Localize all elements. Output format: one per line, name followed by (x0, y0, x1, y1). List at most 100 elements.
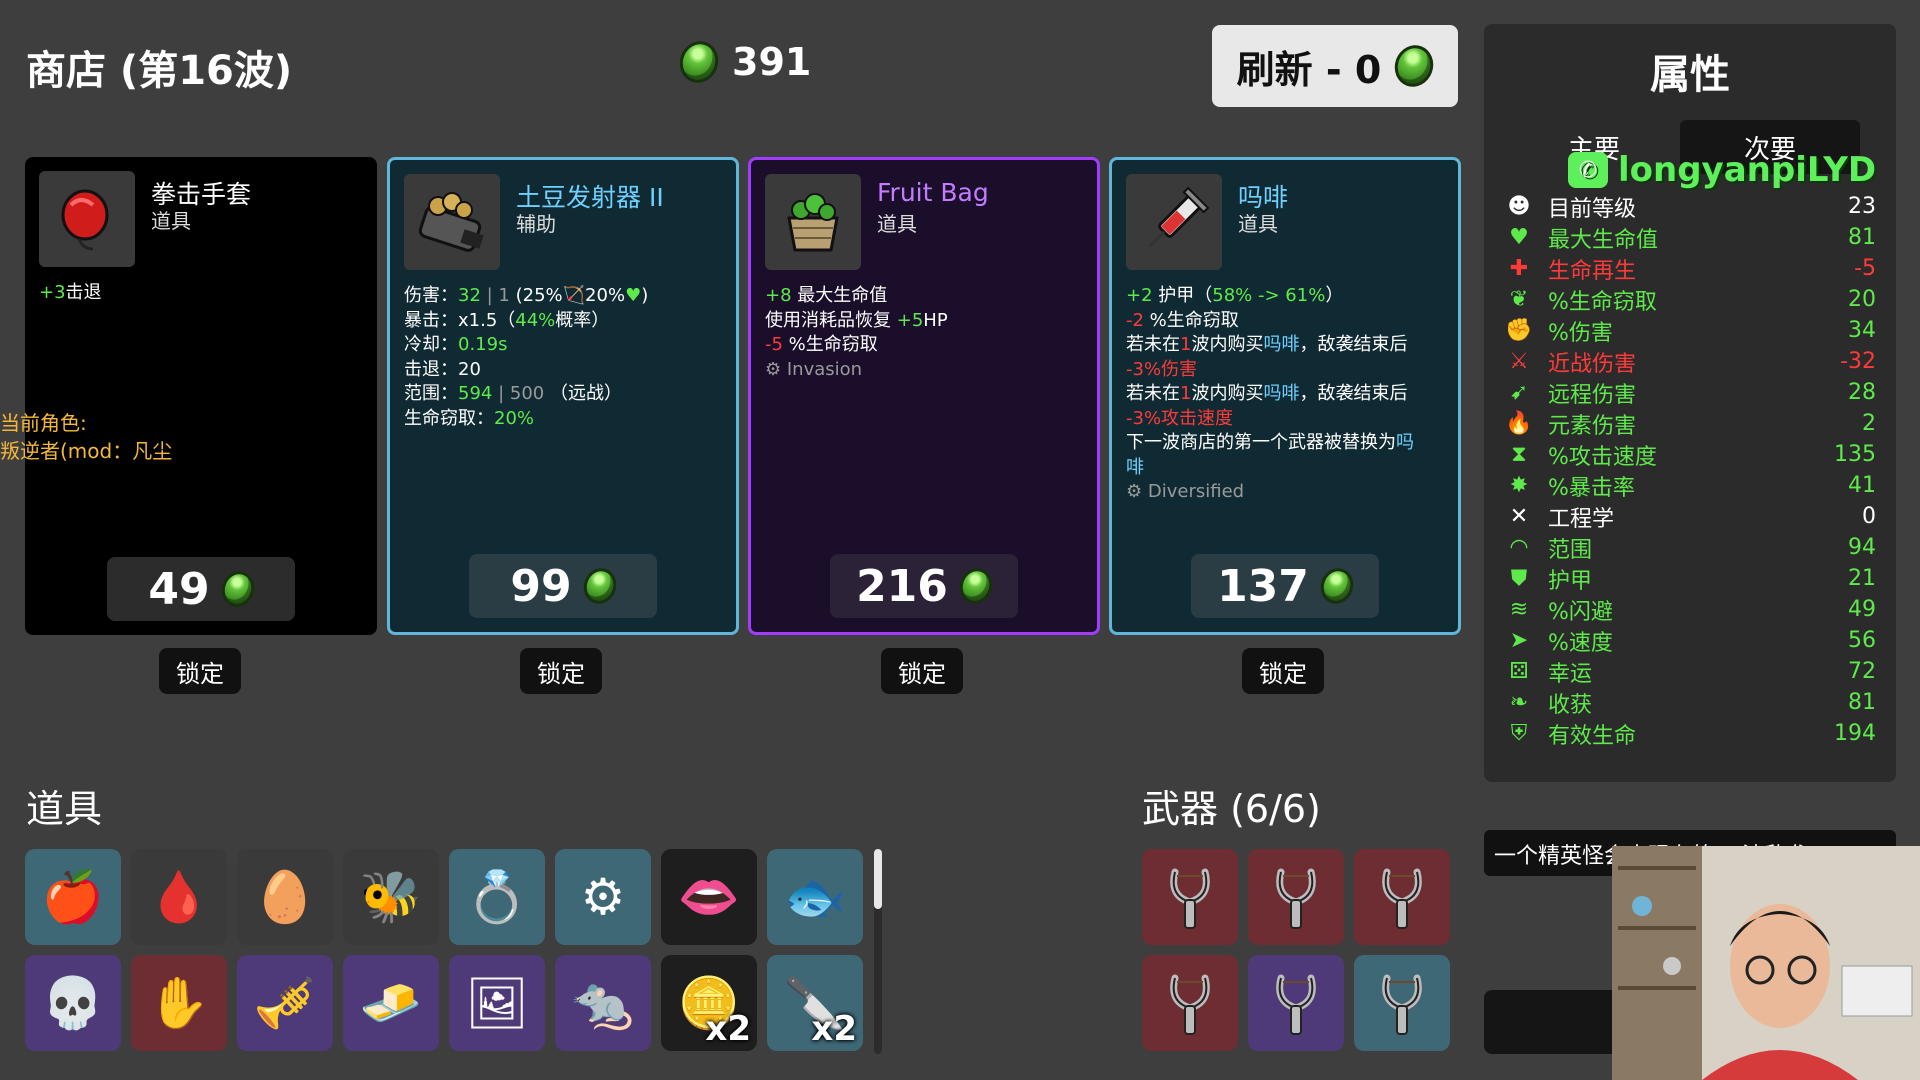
item-glyph: 🩸 (147, 867, 211, 926)
buy-price-button[interactable]: 99 (469, 554, 657, 618)
slingshot-icon[interactable] (1248, 849, 1344, 945)
item-type: 辅助 (516, 212, 556, 236)
description-fragment: 生命窃取： (404, 407, 494, 429)
elemental-icon: 🔥 (1505, 411, 1533, 436)
buy-price-button[interactable]: 216 (830, 554, 1018, 618)
stat-row[interactable]: ✕ 工程学 0 (1504, 501, 1876, 532)
stat-value: 0 (1862, 504, 1876, 529)
stat-row[interactable]: ✚ 生命再生 -5 (1504, 253, 1876, 284)
slingshot-icon[interactable] (1354, 955, 1450, 1051)
description-fragment: 1 (1180, 334, 1192, 355)
description-fragment: 最大生命值 (791, 285, 888, 306)
bottom-panel-button[interactable] (1484, 990, 1624, 1054)
refresh-button[interactable]: 刷新 - 0 (1212, 25, 1458, 107)
stat-row[interactable]: ⚄ 幸运 72 (1504, 656, 1876, 687)
stat-row[interactable]: ❦ %生命窃取 20 (1504, 284, 1876, 315)
description-line: ⚙ Invasion (765, 358, 1087, 383)
stat-value: 194 (1834, 721, 1876, 746)
items-section-title: 道具 (26, 787, 103, 831)
machine-icon[interactable]: ⚙ (555, 849, 651, 945)
ring-icon[interactable]: 💍 (449, 849, 545, 945)
stat-row[interactable]: ⛨ 有效生命 194 (1504, 718, 1876, 749)
stat-value: 81 (1848, 690, 1876, 715)
stat-label: %闪避 (1548, 599, 1613, 625)
material-gem-icon (1389, 39, 1440, 93)
description-line: +8 最大生命值 (765, 284, 1087, 309)
buy-price-button[interactable]: 49 (107, 557, 295, 621)
stat-row[interactable]: ⛊ 护甲 21 (1504, 563, 1876, 594)
stat-value: 81 (1848, 225, 1876, 250)
bloody-hand-icon[interactable]: ✋ (131, 955, 227, 1051)
stat-row[interactable]: ≋ %闪避 49 (1504, 594, 1876, 625)
description-fragment: 44% (515, 309, 556, 331)
buy-price-button[interactable]: 137 (1191, 554, 1379, 618)
description-fragment: x1.5 (458, 309, 498, 331)
stat-label: 远程伤害 (1548, 382, 1637, 408)
stat-row[interactable]: ❧ 收获 81 (1504, 687, 1876, 718)
attack-speed-icon: ⧗ (1511, 442, 1527, 467)
fish-icon[interactable]: 🐟 (767, 849, 863, 945)
description-fragment: ♥ (625, 285, 642, 306)
description-fragment: ⚙ Diversified (1126, 481, 1245, 502)
horn-icon[interactable]: 🎺 (237, 955, 333, 1051)
mouth-icon[interactable]: 👄 (661, 849, 757, 945)
item-type: 道具 (877, 212, 917, 236)
item-glyph: 🐀 (571, 973, 635, 1032)
ranged-icon: ➹ (1509, 380, 1529, 405)
portrait-icon[interactable]: 🖼 (449, 955, 545, 1051)
item-glyph: ✋ (147, 973, 211, 1032)
stat-row[interactable]: ✊ %伤害 34 (1504, 315, 1876, 346)
slingshot-icon[interactable] (1142, 849, 1238, 945)
slingshot-icon[interactable] (1354, 849, 1450, 945)
description-line: -3%伤害 (1126, 358, 1448, 383)
lock-button-3[interactable]: 锁定 (881, 648, 963, 694)
description-fragment: 波内购买 (1191, 334, 1264, 355)
item-description: 伤害：32 | 1 (25%🏹20%♥) 暴击：x1.5（44%概率） 冷却：0.1… (404, 284, 726, 431)
item-glyph: ⚙ (580, 868, 626, 926)
egg-face-icon[interactable]: 🥚 (237, 849, 333, 945)
stat-row[interactable]: ✸ %暴击率 41 (1504, 470, 1876, 501)
stat-row[interactable]: 🔥 元素伤害 2 (1504, 408, 1876, 439)
stat-row[interactable]: ♥ 最大生命值 81 (1504, 222, 1876, 253)
description-line: 啡 (1126, 456, 1448, 481)
slingshot-icon[interactable] (1142, 955, 1238, 1051)
gold-bar-icon[interactable]: 🧈 (343, 955, 439, 1051)
lock-button-1[interactable]: 锁定 (159, 648, 241, 694)
skull-spider-icon[interactable]: 💀 (25, 955, 121, 1051)
bee-icon[interactable]: 🐝 (343, 849, 439, 945)
stat-value: 21 (1848, 566, 1876, 591)
lock-button-2[interactable]: 锁定 (520, 648, 602, 694)
stat-row[interactable]: ◠ 范围 94 (1504, 532, 1876, 563)
stat-value: 23 (1848, 194, 1876, 219)
stat-row[interactable]: ⚔ 近战伤害 -32 (1504, 346, 1876, 377)
harvest-icon: ❧ (1509, 690, 1529, 715)
price-value: 49 (148, 563, 210, 615)
description-fragment: 冷却： (404, 334, 458, 355)
description-line: +2 护甲（58% -> 61%） (1126, 284, 1448, 309)
description-fragment: 护甲（ (1152, 285, 1213, 306)
item-quantity: x2 (705, 1009, 751, 1049)
apple-icon[interactable]: 🍎 (25, 849, 121, 945)
bolt-coin-icon[interactable]: 🪙 x2 (661, 955, 757, 1051)
item-glyph: 🧈 (359, 973, 423, 1032)
blood-drop-icon[interactable]: 🩸 (131, 849, 227, 945)
items-scrollbar-thumb[interactable] (874, 849, 882, 909)
range-icon: ◠ (1509, 535, 1529, 560)
stat-label: 目前等级 (1548, 196, 1637, 222)
level-icon: ☻ (1507, 194, 1531, 219)
description-fragment: （远战） (549, 383, 622, 404)
description-fragment: +2 (1126, 285, 1153, 306)
description-fragment: ) (641, 285, 649, 306)
stat-value: 28 (1848, 380, 1876, 405)
stat-row[interactable]: ➹ 远程伤害 28 (1504, 377, 1876, 408)
description-fragment: (25% (515, 285, 563, 306)
stat-row[interactable]: ⧗ %攻击速度 135 (1504, 439, 1876, 470)
slingshot-icon[interactable] (1248, 955, 1344, 1051)
stat-row[interactable]: ☻ 目前等级 23 (1504, 191, 1876, 222)
description-line: -3%攻击速度 (1126, 407, 1448, 432)
stat-label: 生命再生 (1548, 258, 1637, 284)
rat-icon[interactable]: 🐀 (555, 955, 651, 1051)
lock-button-4[interactable]: 锁定 (1242, 648, 1324, 694)
stat-row[interactable]: ➤ %速度 56 (1504, 625, 1876, 656)
claw-icon[interactable]: 🔪 x2 (767, 955, 863, 1051)
